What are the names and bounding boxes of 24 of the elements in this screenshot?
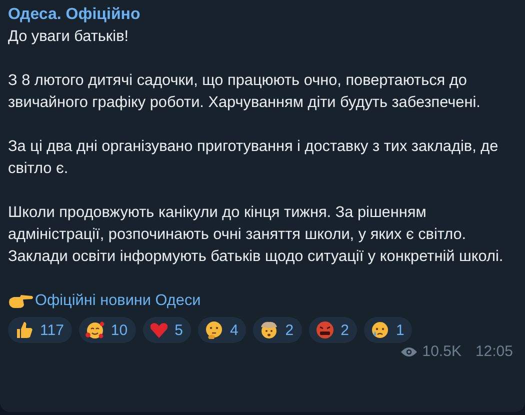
- thumbs-up-icon: [14, 320, 34, 340]
- message-paragraph: З 8 лютого дитячі садочки, що працюють очно, повертаються до звичайного графіку роботи. Харчуванням діти будуть забезпечені.: [8, 71, 482, 113]
- channel-link[interactable]: Офіційні новини Одеси: [35, 292, 201, 310]
- pointing-hand-icon: [8, 293, 34, 309]
- channel-name[interactable]: Одеса. Офіційно: [8, 4, 140, 26]
- crying-face-icon: [370, 320, 390, 340]
- eye-icon: [400, 346, 418, 358]
- message-time: 12:05: [475, 343, 513, 360]
- reaction-button[interactable]: 5: [142, 317, 191, 343]
- message-paragraph: За ці два дні організувано приготування і доставку з тих закладів, де світло є.: [8, 137, 500, 179]
- reaction-button[interactable]: 2: [253, 317, 302, 343]
- view-count: 10.5K: [422, 343, 462, 360]
- reaction-button[interactable]: 4: [198, 317, 246, 343]
- reaction-button[interactable]: 2: [308, 317, 357, 343]
- angry-face-icon: [314, 320, 335, 340]
- thinking-face-icon: [204, 320, 224, 340]
- message-paragraph: Школи продовжують канікули до кінця тижня. За рішенням адміністрації, розпочинають очні заняття школи, у яких є світло. Заклади освіти інформують батьків щодо ситуації у конкретній школі.: [8, 203, 504, 267]
- heart-icon: [148, 320, 169, 340]
- exploding-head-icon: [259, 320, 280, 340]
- greeting-text: До уваги батьків!: [8, 27, 130, 47]
- reaction-button[interactable]: 10: [78, 317, 136, 343]
- reaction-button[interactable]: 1: [364, 317, 412, 343]
- smiling-face-with-hearts-icon: [84, 320, 105, 340]
- reaction-button[interactable]: 117: [8, 317, 72, 343]
